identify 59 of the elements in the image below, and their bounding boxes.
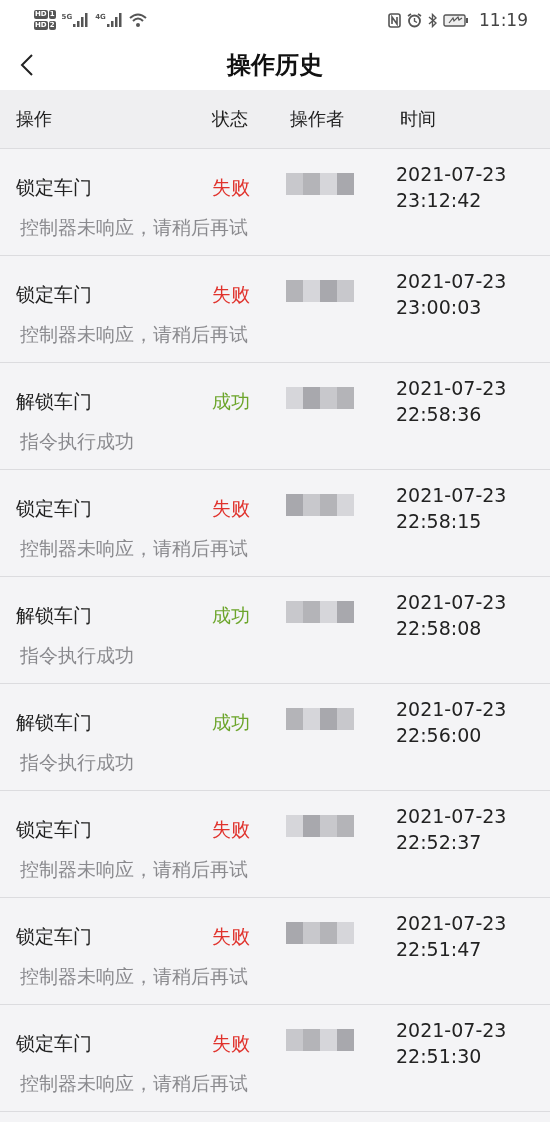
action-text: 解锁车门: [15, 389, 93, 414]
status-text: 失败: [212, 282, 250, 307]
message-text: 控制器未响应，请稍后再试: [20, 1071, 248, 1096]
message-text: 控制器未响应，请稍后再试: [20, 964, 248, 989]
status-text: 失败: [212, 817, 250, 842]
message-text: 指令执行成功: [20, 429, 134, 454]
action-text: 锁定车门: [15, 175, 93, 200]
battery-icon: [443, 13, 469, 27]
column-header: 操作者: [290, 107, 345, 131]
message-text: 指令执行成功: [20, 750, 134, 775]
time-text: 22:52:37: [396, 830, 482, 855]
signal-icon: [106, 13, 123, 27]
status-text: 成功: [212, 389, 250, 414]
action-text: 锁定车门: [15, 924, 93, 949]
action-text: 解锁车门: [15, 603, 93, 628]
status-text: 失败: [212, 496, 250, 521]
column-header: 操作: [15, 107, 53, 131]
date-text: 2021-07-23: [396, 804, 507, 829]
time-text: 22:58:08: [396, 616, 482, 641]
time-text: 22:51:47: [396, 937, 482, 962]
column-header: 时间: [400, 107, 437, 131]
action-text: 锁定车门: [15, 817, 93, 842]
date-text: 2021-07-23: [396, 483, 507, 508]
status-text: 成功: [212, 603, 250, 628]
status-text: 成功: [212, 710, 250, 735]
clock: 11:19: [479, 10, 528, 30]
date-text: 2021-07-23: [396, 590, 507, 615]
date-text: 2021-07-23: [396, 269, 507, 294]
time-text: 23:12:42: [396, 188, 482, 213]
action-text: 锁定车门: [15, 496, 93, 521]
time-text: 22:58:15: [396, 509, 482, 534]
message-text: 控制器未响应，请稍后再试: [20, 215, 248, 240]
time-text: 22:58:36: [396, 402, 482, 427]
date-text: 2021-07-23: [396, 162, 507, 187]
date-text: 2021-07-23: [396, 911, 507, 936]
message-text: 控制器未响应，请稍后再试: [20, 322, 248, 347]
time-text: 22:51:30: [396, 1044, 482, 1069]
action-text: 锁定车门: [15, 1031, 93, 1056]
date-text: 2021-07-23: [396, 376, 507, 401]
nfc-icon: [388, 12, 401, 28]
bluetooth-icon: [428, 12, 437, 28]
date-text: 2021-07-23: [396, 697, 507, 722]
page-title: 操作历史: [227, 50, 323, 81]
status-text: 失败: [212, 1031, 250, 1056]
wifi-icon: [128, 13, 147, 27]
status-text: 失败: [212, 175, 250, 200]
status-text: 失败: [212, 924, 250, 949]
action-text: 解锁车门: [15, 710, 93, 735]
message-text: 控制器未响应，请稍后再试: [20, 857, 248, 882]
message-text: 指令执行成功: [20, 643, 134, 668]
time-text: 23:00:03: [396, 295, 482, 320]
message-text: 控制器未响应，请稍后再试: [20, 536, 248, 561]
time-text: 22:56:00: [396, 723, 482, 748]
alarm-icon: [407, 12, 422, 28]
column-header: 状态: [212, 107, 249, 131]
action-text: 锁定车门: [15, 282, 93, 307]
signal-icon: [73, 13, 90, 27]
date-text: 2021-07-23: [396, 1018, 507, 1043]
back-icon: [20, 53, 34, 77]
